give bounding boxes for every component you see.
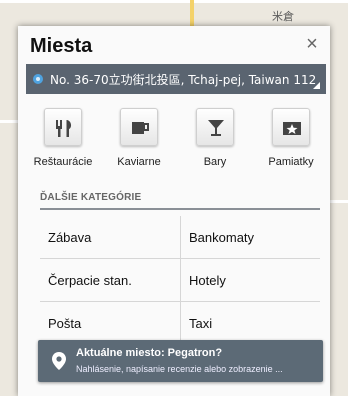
more-categories-header: ĎALŠIE KATEGÓRIE [40,192,320,210]
category-atm[interactable]: Bankomaty [180,216,320,259]
location-dot-icon [33,74,43,84]
toast-subtitle: Nahlásenie, napísanie recenzie alebo zob… [76,364,283,374]
category-landmarks[interactable]: Pamiatky [256,108,326,178]
category-label: Bary [203,156,227,168]
category-restaurants[interactable]: Reštaurácie [28,108,98,178]
category-cafes[interactable]: Kaviarne [104,108,174,178]
category-label: Pamiatky [268,156,314,168]
toast-title: Aktuálne miesto: Pegatron? [76,347,223,359]
dialog-title: Miesta [30,35,93,57]
map-label: 米倉 [272,10,294,23]
category-label: Kaviarne [117,156,161,168]
grid-row: Čerpacie stan. Hotely [40,259,320,302]
coffee-cup-icon [132,122,149,134]
dropdown-corner-icon [313,82,320,89]
map-pin-icon [52,352,66,370]
category-entertainment[interactable]: Zábava [40,216,180,259]
location-selector[interactable]: No. 36-70立功街北投區, Tchaj-pej, Taiwan 112 [26,64,326,94]
category-button[interactable] [120,108,158,146]
map-road [330,200,348,203]
location-text: No. 36-70立功街北投區, Tchaj-pej, Taiwan 112 [50,73,317,87]
map-road [0,0,348,3]
category-post-office[interactable]: Pošta [40,302,180,345]
close-icon[interactable]: × [302,34,322,54]
category-label: Reštaurácie [33,156,93,168]
category-button[interactable] [196,108,234,146]
category-bars[interactable]: Bary [180,108,250,178]
category-taxi[interactable]: Taxi [180,302,320,345]
category-row: Reštaurácie Kaviarne Bary Pamiatky [18,108,330,178]
category-button[interactable] [272,108,310,146]
category-gas-stations[interactable]: Čerpacie stan. [40,259,180,302]
category-hotels[interactable]: Hotely [180,259,320,302]
map-road [190,0,194,26]
fork-knife-icon [56,120,72,137]
current-place-toast[interactable]: Aktuálne miesto: Pegatron? Nahlásenie, n… [38,340,323,382]
map-road [0,120,18,123]
dialog-header: Miesta × [18,26,330,62]
grid-row: Zábava Bankomaty [40,216,320,259]
more-categories-grid: Zábava Bankomaty Čerpacie stan. Hotely P… [40,216,320,345]
star-ticket-icon [283,122,301,135]
grid-row: Pošta Taxi [40,302,320,345]
cocktail-glass-icon [208,120,224,136]
category-button[interactable] [44,108,82,146]
